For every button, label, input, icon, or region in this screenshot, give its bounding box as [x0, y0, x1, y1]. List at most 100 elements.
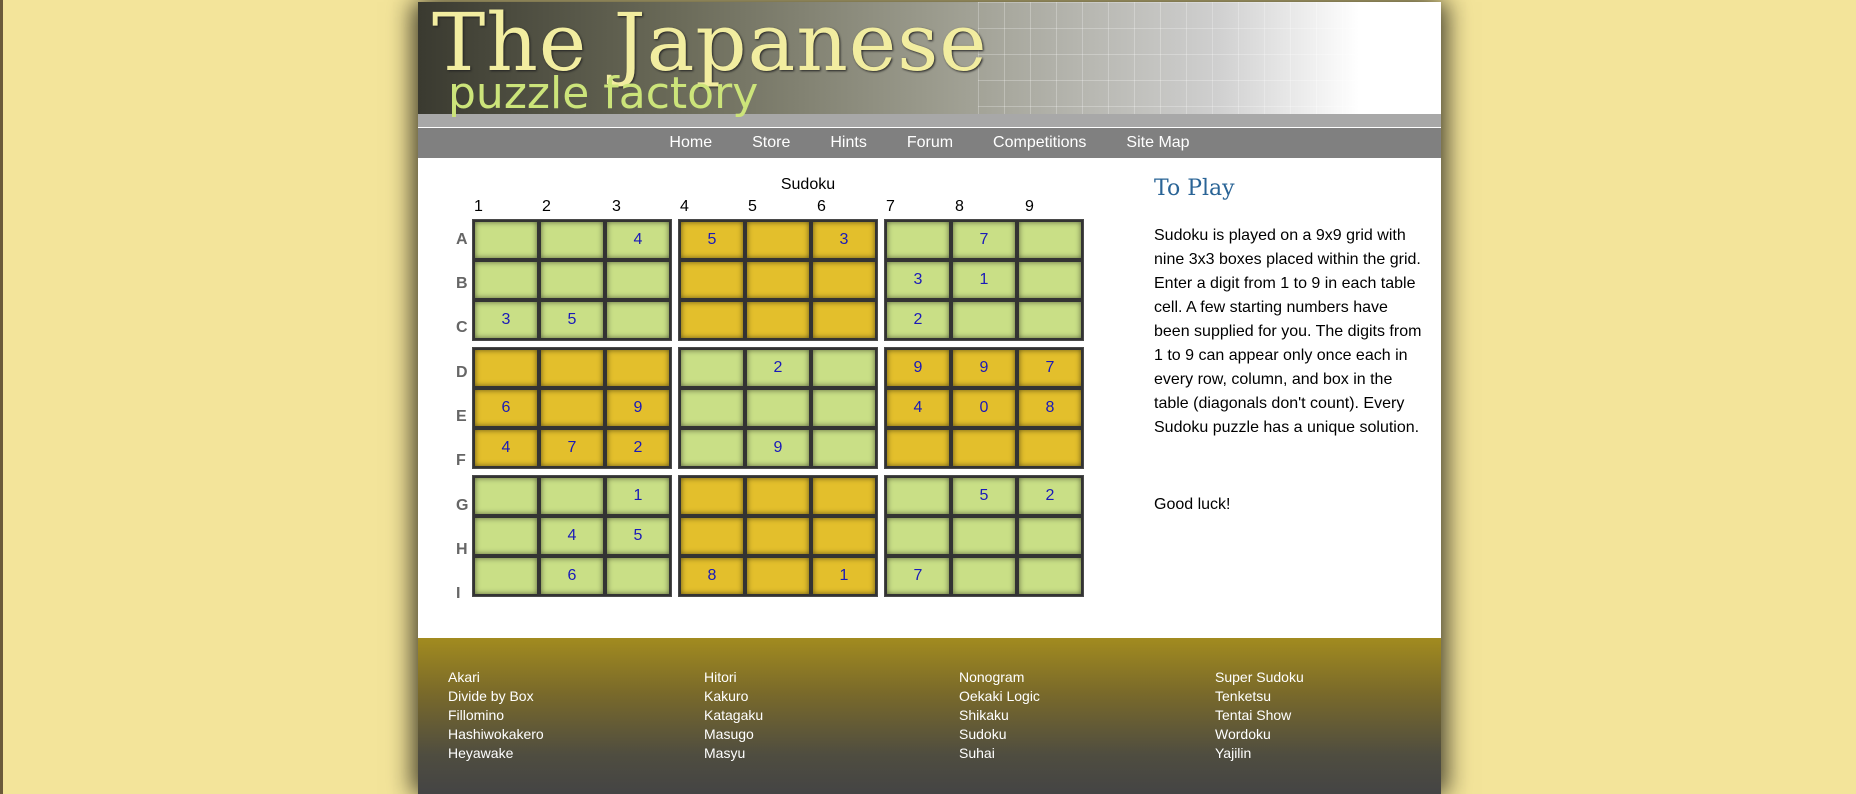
- sudoku-cell-C3[interactable]: [605, 300, 671, 340]
- sudoku-cell-E7[interactable]: 4: [885, 388, 951, 428]
- footer-link[interactable]: Heyawake: [448, 744, 544, 763]
- sudoku-cell-G9[interactable]: 2: [1017, 476, 1083, 516]
- sudoku-cell-I2[interactable]: 6: [539, 556, 605, 596]
- sudoku-cell-E2[interactable]: [539, 388, 605, 428]
- sudoku-cell-D4[interactable]: [679, 348, 745, 388]
- footer-link[interactable]: Shikaku: [959, 706, 1040, 725]
- sudoku-cell-B8[interactable]: 1: [951, 260, 1017, 300]
- sudoku-cell-I9[interactable]: [1017, 556, 1083, 596]
- sudoku-cell-F4[interactable]: [679, 428, 745, 468]
- sudoku-cell-D6[interactable]: [811, 348, 877, 388]
- sudoku-cell-H1[interactable]: [473, 516, 539, 556]
- footer-link[interactable]: Akari: [448, 668, 544, 687]
- sudoku-cell-G5[interactable]: [745, 476, 811, 516]
- footer-link[interactable]: Tenketsu: [1215, 687, 1304, 706]
- footer-link[interactable]: Masyu: [704, 744, 763, 763]
- nav-competitions[interactable]: Competitions: [973, 134, 1106, 152]
- sudoku-cell-E1[interactable]: 6: [473, 388, 539, 428]
- sudoku-cell-F5[interactable]: 9: [745, 428, 811, 468]
- footer-link[interactable]: Masugo: [704, 725, 763, 744]
- footer-link[interactable]: Sudoku: [959, 725, 1040, 744]
- site-logo-subtitle[interactable]: puzzle factory: [448, 68, 758, 119]
- sudoku-cell-B6[interactable]: [811, 260, 877, 300]
- sudoku-cell-I3[interactable]: [605, 556, 671, 596]
- sudoku-cell-B5[interactable]: [745, 260, 811, 300]
- sudoku-cell-H6[interactable]: [811, 516, 877, 556]
- nav-hints[interactable]: Hints: [810, 134, 886, 152]
- sudoku-cell-E3[interactable]: 9: [605, 388, 671, 428]
- footer-link[interactable]: Super Sudoku: [1215, 668, 1304, 687]
- sudoku-cell-C5[interactable]: [745, 300, 811, 340]
- sudoku-cell-A6[interactable]: 3: [811, 220, 877, 260]
- sudoku-cell-E5[interactable]: [745, 388, 811, 428]
- sudoku-cell-A8[interactable]: 7: [951, 220, 1017, 260]
- sudoku-cell-H9[interactable]: [1017, 516, 1083, 556]
- sudoku-cell-D2[interactable]: [539, 348, 605, 388]
- footer-link[interactable]: Suhai: [959, 744, 1040, 763]
- sudoku-cell-D1[interactable]: [473, 348, 539, 388]
- sudoku-cell-B7[interactable]: 3: [885, 260, 951, 300]
- sudoku-cell-F9[interactable]: [1017, 428, 1083, 468]
- sudoku-cell-F7[interactable]: [885, 428, 951, 468]
- sudoku-cell-E4[interactable]: [679, 388, 745, 428]
- sudoku-cell-B4[interactable]: [679, 260, 745, 300]
- sudoku-cell-A1[interactable]: [473, 220, 539, 260]
- sudoku-cell-I7[interactable]: 7: [885, 556, 951, 596]
- sudoku-cell-H7[interactable]: [885, 516, 951, 556]
- sudoku-cell-A7[interactable]: [885, 220, 951, 260]
- footer-link[interactable]: Hashiwokakero: [448, 725, 544, 744]
- nav-forum[interactable]: Forum: [887, 134, 973, 152]
- sudoku-cell-B2[interactable]: [539, 260, 605, 300]
- sudoku-cell-H3[interactable]: 5: [605, 516, 671, 556]
- sudoku-cell-G1[interactable]: [473, 476, 539, 516]
- sudoku-cell-G4[interactable]: [679, 476, 745, 516]
- sudoku-cell-I6[interactable]: 1: [811, 556, 877, 596]
- footer-link[interactable]: Oekaki Logic: [959, 687, 1040, 706]
- sudoku-cell-I8[interactable]: [951, 556, 1017, 596]
- sudoku-cell-A4[interactable]: 5: [679, 220, 745, 260]
- sudoku-cell-H4[interactable]: [679, 516, 745, 556]
- sudoku-cell-H8[interactable]: [951, 516, 1017, 556]
- sudoku-cell-A2[interactable]: [539, 220, 605, 260]
- sudoku-cell-G2[interactable]: [539, 476, 605, 516]
- nav-site-map[interactable]: Site Map: [1106, 134, 1209, 152]
- sudoku-cell-E9[interactable]: 8: [1017, 388, 1083, 428]
- sudoku-cell-C7[interactable]: 2: [885, 300, 951, 340]
- footer-link[interactable]: Hitori: [704, 668, 763, 687]
- sudoku-cell-G8[interactable]: 5: [951, 476, 1017, 516]
- sudoku-cell-A3[interactable]: 4: [605, 220, 671, 260]
- sudoku-cell-D9[interactable]: 7: [1017, 348, 1083, 388]
- sudoku-cell-B1[interactable]: [473, 260, 539, 300]
- nav-home[interactable]: Home: [649, 134, 732, 152]
- sudoku-cell-C1[interactable]: 3: [473, 300, 539, 340]
- sudoku-cell-A9[interactable]: [1017, 220, 1083, 260]
- sudoku-cell-C8[interactable]: [951, 300, 1017, 340]
- footer-link[interactable]: Yajilin: [1215, 744, 1304, 763]
- sudoku-cell-C9[interactable]: [1017, 300, 1083, 340]
- sudoku-cell-I4[interactable]: 8: [679, 556, 745, 596]
- footer-link[interactable]: Nonogram: [959, 668, 1040, 687]
- sudoku-cell-H5[interactable]: [745, 516, 811, 556]
- sudoku-cell-G7[interactable]: [885, 476, 951, 516]
- footer-link[interactable]: Tentai Show: [1215, 706, 1304, 725]
- footer-link[interactable]: Fillomino: [448, 706, 544, 725]
- sudoku-cell-D5[interactable]: 2: [745, 348, 811, 388]
- footer-link[interactable]: Wordoku: [1215, 725, 1304, 744]
- sudoku-cell-F1[interactable]: 4: [473, 428, 539, 468]
- sudoku-cell-C2[interactable]: 5: [539, 300, 605, 340]
- sudoku-cell-C6[interactable]: [811, 300, 877, 340]
- sudoku-cell-D8[interactable]: 9: [951, 348, 1017, 388]
- sudoku-cell-G3[interactable]: 1: [605, 476, 671, 516]
- footer-link[interactable]: Kakuro: [704, 687, 763, 706]
- nav-store[interactable]: Store: [732, 134, 810, 152]
- sudoku-cell-B3[interactable]: [605, 260, 671, 300]
- footer-link[interactable]: Divide by Box: [448, 687, 544, 706]
- sudoku-cell-C4[interactable]: [679, 300, 745, 340]
- sudoku-cell-H2[interactable]: 4: [539, 516, 605, 556]
- sudoku-cell-E8[interactable]: 0: [951, 388, 1017, 428]
- sudoku-cell-B9[interactable]: [1017, 260, 1083, 300]
- sudoku-cell-I5[interactable]: [745, 556, 811, 596]
- sudoku-cell-F2[interactable]: 7: [539, 428, 605, 468]
- sudoku-cell-I1[interactable]: [473, 556, 539, 596]
- sudoku-cell-A5[interactable]: [745, 220, 811, 260]
